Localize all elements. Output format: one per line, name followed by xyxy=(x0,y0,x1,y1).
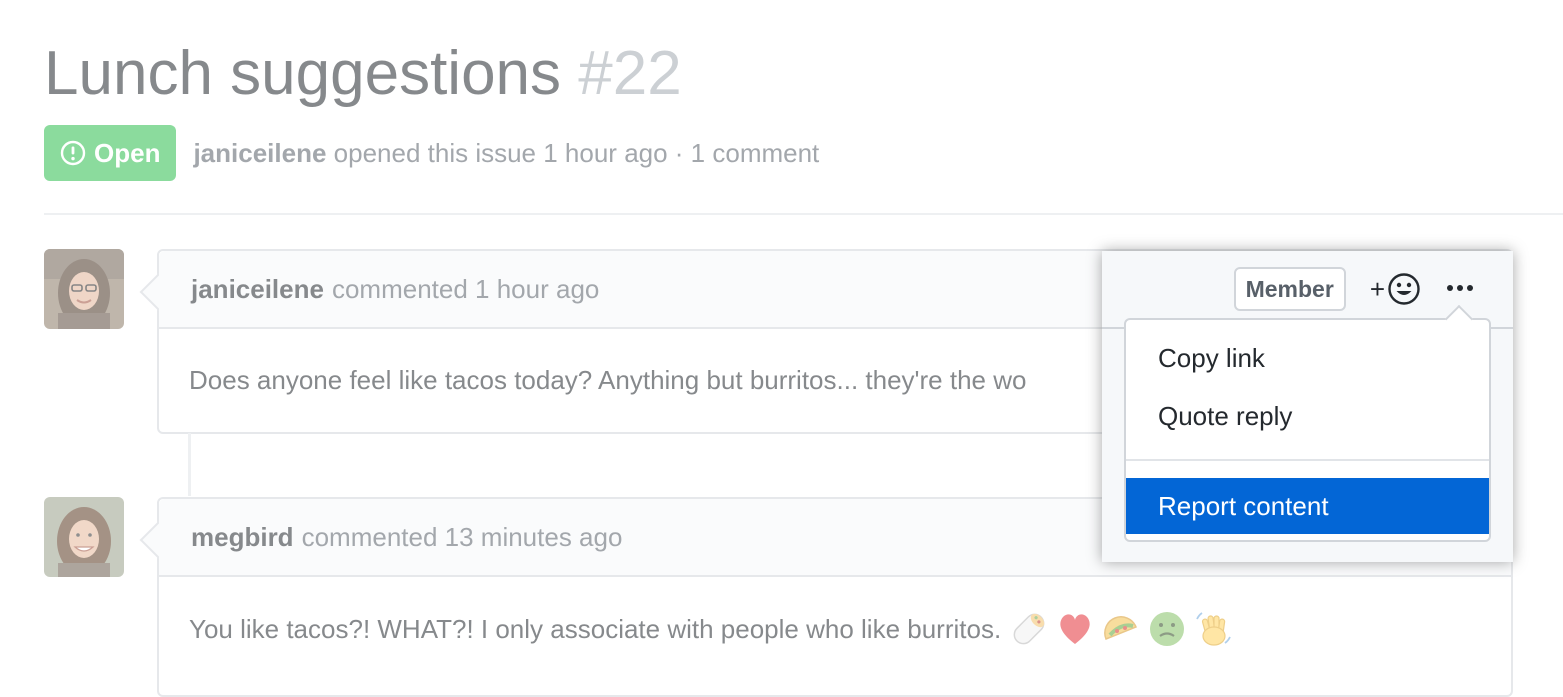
issue-title: Lunch suggestions #22 xyxy=(44,36,682,112)
comment-body-text: You like tacos?! WHAT?! I only associate… xyxy=(189,613,1002,644)
quote-reply-menu-item[interactable]: Quote reply xyxy=(1126,388,1489,444)
smiley-icon xyxy=(1388,273,1420,305)
waving-hand-icon xyxy=(1193,609,1233,649)
comment-timestamp[interactable]: commented 1 hour ago xyxy=(332,274,599,305)
issue-title-text: Lunch suggestions xyxy=(44,39,562,108)
kebab-horizontal-icon xyxy=(1447,285,1473,291)
taco-icon xyxy=(1101,609,1141,649)
issue-meta-description: opened this issue 1 hour ago · 1 comment xyxy=(333,137,820,168)
copy-link-menu-item[interactable]: Copy link xyxy=(1126,330,1489,386)
header-divider xyxy=(44,213,1563,215)
comment-options-dropdown: Copy link Quote reply Report content xyxy=(1124,318,1491,542)
avatar[interactable] xyxy=(44,497,124,577)
heart-icon xyxy=(1055,609,1095,649)
popup-header-actions: Member + xyxy=(1233,251,1475,327)
member-label: Member xyxy=(1233,267,1346,311)
avatar-megbird-image xyxy=(44,497,124,577)
issue-number: #22 xyxy=(578,39,682,108)
open-state-label: Open xyxy=(94,137,161,168)
comment-body: You like tacos?! WHAT?! I only associate… xyxy=(159,577,1511,681)
avatar-janiceilene-image xyxy=(44,249,124,329)
issue-author-link[interactable]: janiceilene xyxy=(193,138,326,168)
issue-opened-icon xyxy=(60,140,86,166)
avatar[interactable] xyxy=(44,249,124,329)
comment-actions-popup: Member + Copy link Quote reply Report co… xyxy=(1102,251,1513,562)
menu-divider xyxy=(1126,459,1489,461)
comment-body-text: Does anyone feel like tacos today? Anyth… xyxy=(189,364,1027,395)
add-reaction-button[interactable]: + xyxy=(1370,272,1421,306)
plus-icon: + xyxy=(1369,273,1385,304)
timeline-line xyxy=(188,433,191,496)
issue-meta: Open janiceilene opened this issue 1 hou… xyxy=(44,125,819,181)
comment-author[interactable]: janiceilene xyxy=(191,274,324,305)
issue-meta-text: janiceilene opened this issue 1 hour ago… xyxy=(193,138,819,169)
comment-author[interactable]: megbird xyxy=(191,522,294,553)
more-options-button[interactable] xyxy=(1445,280,1475,298)
comment-timestamp[interactable]: commented 13 minutes ago xyxy=(302,522,623,553)
nauseated-face-icon xyxy=(1147,609,1187,649)
emoji-row xyxy=(1009,609,1233,649)
burrito-icon xyxy=(1009,609,1049,649)
open-state-badge: Open xyxy=(44,125,177,181)
report-content-menu-item[interactable]: Report content xyxy=(1126,478,1489,534)
